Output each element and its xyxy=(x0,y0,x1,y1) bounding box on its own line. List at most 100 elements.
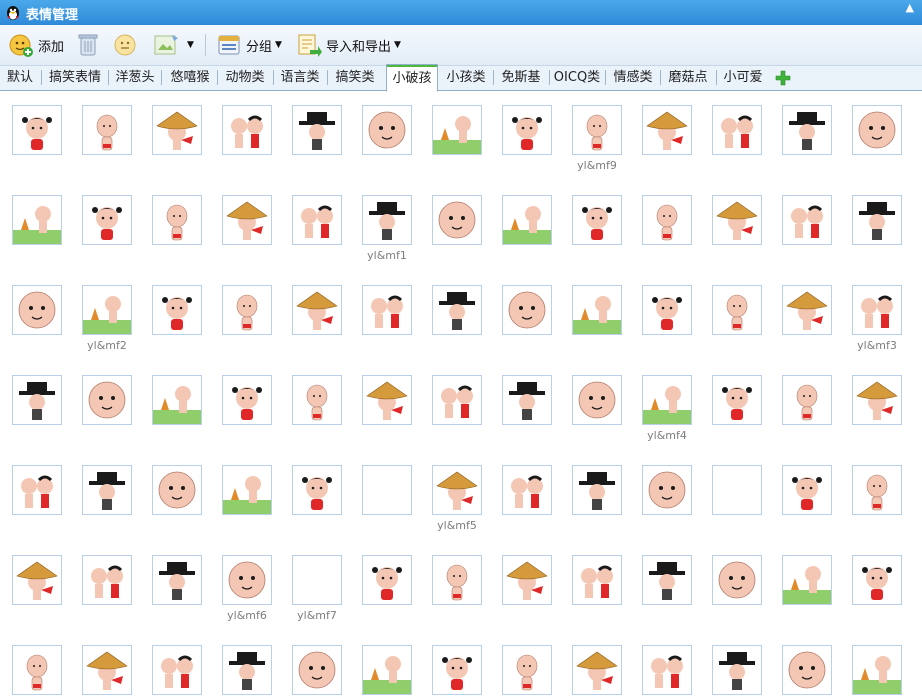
emoticon-cell[interactable] xyxy=(12,465,62,515)
tab-2[interactable]: 搞笑表情 xyxy=(45,66,105,89)
emoticon-cell[interactable] xyxy=(82,465,132,515)
emoticon-cell[interactable] xyxy=(502,555,552,605)
emoticon-cell[interactable] xyxy=(572,105,622,155)
emoticon-cell[interactable] xyxy=(82,645,132,695)
emoticon-cell[interactable] xyxy=(12,195,62,245)
emoticon-cell[interactable] xyxy=(502,465,552,515)
add-tab-icon[interactable] xyxy=(775,70,791,86)
emoticon-cell[interactable] xyxy=(852,375,902,425)
emoticon-cell[interactable] xyxy=(12,555,62,605)
emoticon-cell[interactable] xyxy=(82,105,132,155)
emoticon-cell[interactable] xyxy=(82,285,132,335)
emoticon-cell[interactable] xyxy=(292,555,342,605)
emoticon-cell[interactable] xyxy=(642,465,692,515)
emoticon-cell[interactable] xyxy=(152,465,202,515)
emoticon-cell[interactable] xyxy=(642,375,692,425)
emoticon-cell[interactable] xyxy=(12,375,62,425)
emoticon-cell[interactable] xyxy=(502,645,552,695)
tab-7[interactable]: 搞笑类 xyxy=(331,66,379,89)
emoticon-cell[interactable] xyxy=(502,285,552,335)
delete-button[interactable] xyxy=(76,30,104,60)
emoticon-cell[interactable] xyxy=(642,555,692,605)
emoticon-cell[interactable] xyxy=(782,375,832,425)
import-export-button[interactable]: 导入和导出 ▼ xyxy=(296,30,401,60)
emoticon-cell[interactable] xyxy=(362,285,412,335)
emoticon-cell[interactable] xyxy=(572,555,622,605)
emoticon-cell[interactable] xyxy=(222,375,272,425)
emoticon-cell[interactable] xyxy=(572,465,622,515)
emoticon-cell[interactable] xyxy=(292,105,342,155)
emoticon-cell[interactable] xyxy=(82,375,132,425)
emoticon-cell[interactable] xyxy=(152,645,202,695)
emoticon-cell[interactable] xyxy=(712,105,762,155)
emoticon-cell[interactable] xyxy=(362,465,412,515)
emoticon-cell[interactable] xyxy=(642,105,692,155)
emoticon-cell[interactable] xyxy=(712,555,762,605)
emoticon-cell[interactable] xyxy=(362,645,412,695)
tab-12[interactable]: 情感类 xyxy=(609,66,657,89)
emoticon-cell[interactable] xyxy=(432,105,482,155)
emoticon-cell[interactable] xyxy=(852,645,902,695)
emoticon-cell[interactable] xyxy=(782,105,832,155)
emoticon-cell[interactable] xyxy=(712,285,762,335)
emoticon-cell[interactable] xyxy=(712,195,762,245)
emoticon-cell[interactable] xyxy=(572,285,622,335)
emoticon-cell[interactable] xyxy=(502,195,552,245)
emoticon-cell[interactable] xyxy=(152,105,202,155)
tab-3[interactable]: 洋葱头 xyxy=(112,66,158,89)
emoticon-cell[interactable] xyxy=(642,645,692,695)
emoticon-cell[interactable] xyxy=(292,285,342,335)
emoticon-cell[interactable] xyxy=(432,195,482,245)
emoticon-cell[interactable] xyxy=(782,195,832,245)
add-button[interactable]: 添加 xyxy=(8,30,64,60)
emoticon-cell[interactable] xyxy=(82,555,132,605)
emoticon-cell[interactable] xyxy=(852,285,902,335)
emoticon-cell[interactable] xyxy=(362,105,412,155)
emoticon-cell[interactable] xyxy=(292,195,342,245)
emoticon-cell[interactable] xyxy=(222,195,272,245)
emoticon-cell[interactable] xyxy=(852,195,902,245)
tab-11[interactable]: OICQ类 xyxy=(553,66,601,89)
emoticon-cell[interactable] xyxy=(362,555,412,605)
emoticon-cell[interactable] xyxy=(572,195,622,245)
tab-9[interactable]: 小孩类 xyxy=(443,66,489,89)
emoticon-cell[interactable] xyxy=(152,555,202,605)
emoticon-cell[interactable] xyxy=(222,555,272,605)
emoticon-cell[interactable] xyxy=(782,645,832,695)
emoticon-cell[interactable] xyxy=(642,285,692,335)
emoticon-cell[interactable] xyxy=(782,555,832,605)
emoticon-cell[interactable] xyxy=(432,645,482,695)
emoticon-cell[interactable] xyxy=(712,375,762,425)
tab-14[interactable]: 小可爱 xyxy=(720,66,766,89)
tab-13[interactable]: 磨菇点 xyxy=(664,66,712,89)
emoticon-cell[interactable] xyxy=(292,375,342,425)
emoticon-cell[interactable] xyxy=(432,375,482,425)
emoticon-cell[interactable] xyxy=(12,645,62,695)
emoticon-cell[interactable] xyxy=(852,105,902,155)
emoticon-cell[interactable] xyxy=(152,195,202,245)
emoticon-cell[interactable] xyxy=(852,465,902,515)
tab-4[interactable]: 悠嘻猴 xyxy=(165,66,215,89)
emoticon-cell[interactable] xyxy=(432,285,482,335)
emoticon-cell[interactable] xyxy=(502,105,552,155)
emoticon-cell[interactable] xyxy=(642,195,692,245)
emoticon-cell[interactable] xyxy=(292,645,342,695)
emoticon-cell[interactable] xyxy=(152,285,202,335)
group-button[interactable]: 分组 ▼ xyxy=(216,30,282,60)
change-button[interactable]: ▼ xyxy=(152,30,194,60)
emoticon-cell[interactable] xyxy=(292,465,342,515)
emoticon-cell[interactable] xyxy=(362,375,412,425)
tab-5[interactable]: 动物类 xyxy=(221,66,269,89)
emoticon-cell[interactable] xyxy=(502,375,552,425)
emoticon-cell[interactable] xyxy=(82,195,132,245)
emoticon-cell[interactable] xyxy=(712,465,762,515)
emoticon-cell[interactable] xyxy=(222,465,272,515)
emoticon-cell[interactable] xyxy=(12,105,62,155)
emoticon-cell[interactable] xyxy=(362,195,412,245)
emoticon-cell[interactable] xyxy=(782,465,832,515)
emoticon-cell[interactable] xyxy=(222,285,272,335)
emoticon-cell[interactable] xyxy=(222,645,272,695)
tab-6[interactable]: 语言类 xyxy=(277,66,323,89)
emoticon-cell[interactable] xyxy=(712,645,762,695)
emoticon-cell[interactable] xyxy=(782,285,832,335)
